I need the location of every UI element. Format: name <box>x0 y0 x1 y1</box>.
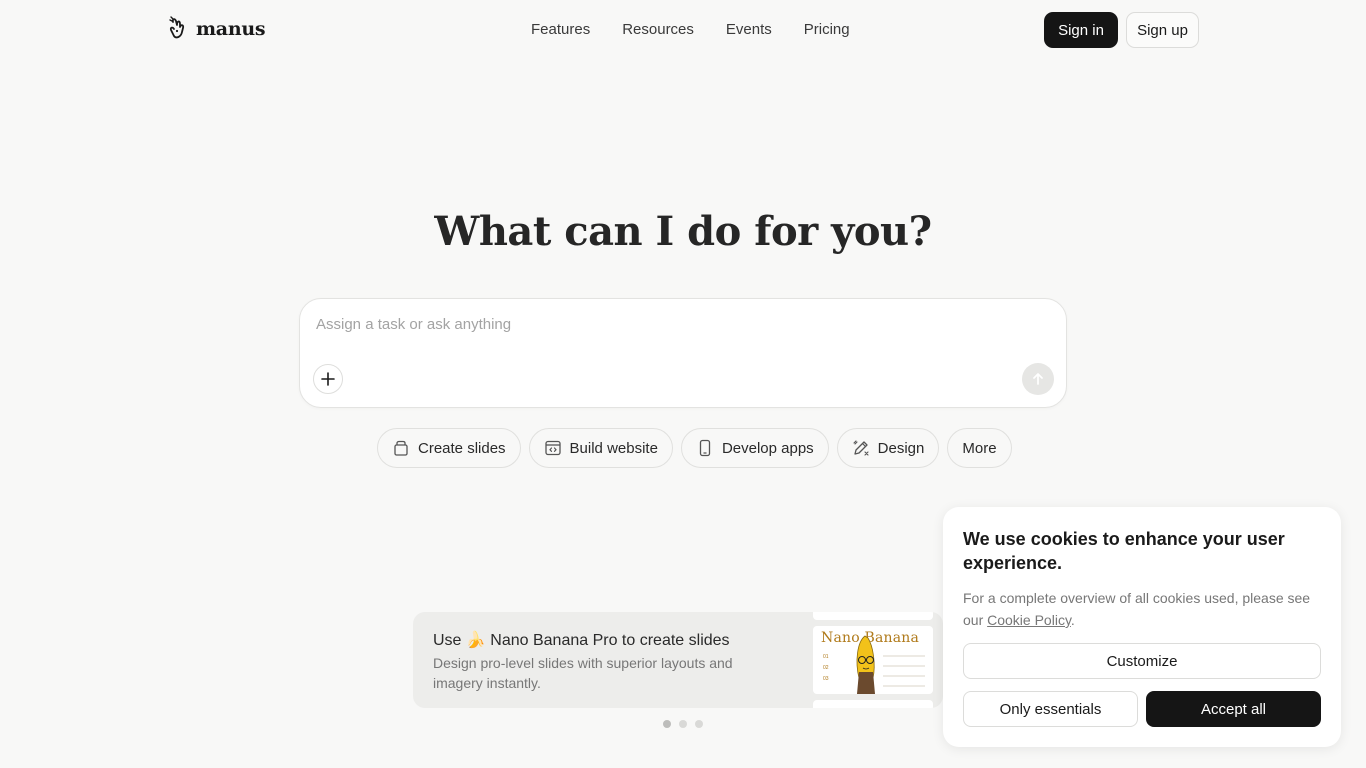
website-icon <box>544 440 561 456</box>
banana-character-icon: 01 02 03 <box>823 635 925 694</box>
promo-description: Design pro-level slides with superior la… <box>433 655 733 691</box>
svg-text:03: 03 <box>823 676 829 682</box>
slides-icon <box>394 440 408 456</box>
customize-button[interactable]: Customize <box>963 643 1321 679</box>
next-slide-thumbnail <box>813 700 933 708</box>
chip-label: More <box>962 439 997 457</box>
banana-emoji: 🍌 <box>465 632 486 649</box>
page: manus Features Resources Events Pricing … <box>0 0 1366 768</box>
quick-actions: Create slides Build website Develop apps <box>377 428 1012 468</box>
chip-build-website[interactable]: Build website <box>528 428 673 468</box>
main-nav: Features Resources Events Pricing <box>531 20 882 40</box>
attach-button[interactable] <box>313 364 343 394</box>
promo-title: Use 🍌 Nano Banana Pro to create slides <box>433 632 730 649</box>
chip-design[interactable]: Design <box>836 428 940 468</box>
promo-card[interactable]: Use 🍌 Nano Banana Pro to create slides D… <box>413 612 943 708</box>
page-title: What can I do for you? <box>434 208 932 255</box>
sign-up-button[interactable]: Sign up <box>1126 12 1199 48</box>
logo[interactable]: manus <box>168 16 266 42</box>
accept-all-button[interactable]: Accept all <box>1146 691 1321 727</box>
chip-label: Create slides <box>418 439 506 457</box>
prev-slide-thumbnail <box>813 612 933 620</box>
chip-create-slides[interactable]: Create slides <box>377 428 521 468</box>
promo-thumbnail: Nano Banana 01 02 03 <box>813 626 933 694</box>
carousel-dot-2[interactable] <box>679 720 687 728</box>
sign-in-button[interactable]: Sign in <box>1044 12 1118 48</box>
chip-more[interactable]: More <box>947 428 1012 468</box>
cookie-text: For a complete overview of all cookies u… <box>963 590 1311 628</box>
svg-text:01: 01 <box>823 654 829 660</box>
carousel-dot-3[interactable] <box>695 720 703 728</box>
nav-features[interactable]: Features <box>531 20 590 40</box>
chip-label: Build website <box>569 439 658 457</box>
design-pen-icon <box>853 440 869 456</box>
carousel-dot-1[interactable] <box>663 720 671 728</box>
cookie-policy-link[interactable]: Cookie Policy <box>987 612 1071 628</box>
cookie-title: We use cookies to enhance your user expe… <box>963 529 1285 573</box>
chip-label: Design <box>877 439 925 457</box>
logo-text: manus <box>196 18 266 40</box>
nav-pricing[interactable]: Pricing <box>804 20 850 40</box>
arrow-up-icon <box>1033 373 1043 385</box>
send-button[interactable] <box>1022 363 1054 395</box>
nav-resources[interactable]: Resources <box>622 20 694 40</box>
chip-label: Develop apps <box>721 439 814 457</box>
manus-hand-icon <box>169 16 185 39</box>
svg-text:02: 02 <box>823 665 829 671</box>
only-essentials-button[interactable]: Only essentials <box>963 691 1138 727</box>
task-input[interactable] <box>316 313 1036 335</box>
plus-icon <box>321 372 335 386</box>
cookie-banner: We use cookies to enhance your user expe… <box>943 507 1341 747</box>
phone-icon <box>699 439 711 457</box>
carousel-dots <box>663 720 703 728</box>
prompt-box <box>299 298 1067 408</box>
nav-events[interactable]: Events <box>726 20 772 40</box>
chip-develop-apps[interactable]: Develop apps <box>680 428 829 468</box>
